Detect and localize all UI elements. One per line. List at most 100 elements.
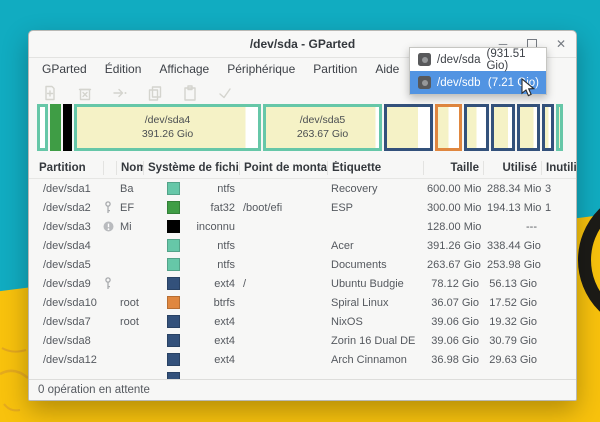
bar-segment-sda8[interactable] (491, 104, 515, 151)
partition-size: 36.07 Gio (423, 297, 483, 309)
table-row[interactable]: /dev/sda1BantfsRecovery600.00 Mio288.34 … (29, 179, 576, 198)
column-header[interactable]: Inutilisé (541, 161, 576, 175)
table-row[interactable]: /dev/sda3Miinconnu128.00 Mio--- (29, 217, 576, 236)
column-header[interactable]: Taille (423, 161, 483, 175)
table-row[interactable]: /dev/sda2EFfat32/boot/efiESP300.00 Mio19… (29, 198, 576, 217)
fs-type: ntfs (217, 240, 235, 252)
fs-type: btrfs (214, 297, 235, 309)
bar-segment-sda5[interactable]: /dev/sda5263.67 Gio (263, 104, 382, 151)
partition-used: 288.34 Mio (483, 183, 541, 195)
partition-used: 194.13 Mio (483, 202, 541, 214)
column-header[interactable]: Étiquette (327, 161, 423, 175)
close-icon: ✕ (556, 37, 566, 51)
column-header[interactable]: Utilisé (483, 161, 541, 175)
column-header[interactable]: Système de fichiers (143, 161, 239, 175)
table-row[interactable]: /dev/sda7rootext4NixOS39.06 Gio19.32 Gio (29, 312, 576, 331)
fs-type: ntfs (217, 183, 235, 195)
menu-item-aide[interactable]: Aide (366, 58, 408, 80)
menu-item-affichage[interactable]: Affichage (150, 58, 218, 80)
column-header[interactable]: Nom (116, 161, 143, 175)
table-row[interactable]: /dev/sda12ext4Arch Cinnamon36.98 Gio29.6… (29, 350, 576, 369)
partition-unused: 3 (541, 183, 576, 195)
partition-size: 78.12 Gio (423, 278, 483, 290)
filesystem-cell: ntfs (143, 239, 239, 252)
menu-item-peripherique[interactable]: Périphérique (218, 58, 304, 80)
partition-size: 263.67 Gio (423, 259, 483, 271)
resize-move-icon (112, 85, 128, 101)
menu-item-edition[interactable]: Édition (96, 58, 151, 80)
copy-icon (147, 85, 163, 101)
bar-segment-sda9[interactable] (384, 104, 433, 151)
column-header[interactable]: Point de montage (239, 161, 327, 175)
table-body: /dev/sda1BantfsRecovery600.00 Mio288.34 … (29, 179, 576, 382)
fs-type: inconnu (196, 221, 235, 233)
partition-etiquette: Ubuntu Budgie (327, 278, 423, 290)
bar-segment-sda2[interactable] (50, 104, 61, 151)
wallpaper-scribble (0, 330, 30, 422)
partition-name: /dev/sda5 (29, 259, 103, 271)
partition-size: 39.06 Gio (423, 335, 483, 347)
table-row[interactable]: /dev/sda8ext4Zorin 16 Dual DE39.06 Gio30… (29, 331, 576, 350)
partition-size: 300.00 Mio (423, 202, 483, 214)
paste-icon (182, 85, 198, 101)
partition-used: 338.44 Gio (483, 240, 541, 252)
delete-partition-button[interactable] (76, 84, 93, 101)
partition-name: /dev/sda10 (29, 297, 103, 309)
table-row[interactable]: /dev/sda9ext4/Ubuntu Budgie78.12 Gio56.1… (29, 274, 576, 293)
bar-segment-sda1[interactable] (37, 104, 48, 151)
fs-color-swatch (167, 201, 180, 214)
device-option-sda[interactable]: /dev/sda (931.51 Gio) (410, 48, 546, 71)
fs-type: ext4 (214, 354, 235, 366)
device-size: (931.51 Gio) (486, 48, 539, 72)
flag-cell (103, 201, 116, 214)
menu-item-partition[interactable]: Partition (304, 58, 366, 80)
paste-button[interactable] (181, 84, 198, 101)
partition-etiquette: Zorin 16 Dual DE (327, 335, 423, 347)
partition-size: 36.98 Gio (423, 354, 483, 366)
bar-segment-sda6[interactable] (556, 104, 563, 151)
copy-button[interactable] (146, 84, 163, 101)
table-row[interactable]: /dev/sda5ntfsDocuments263.67 Gio253.98 G… (29, 255, 576, 274)
apply-operations-icon (217, 85, 233, 101)
device-name: /dev/sda (437, 54, 480, 66)
column-header[interactable]: Partition (29, 162, 103, 174)
filesystem-cell: ext4 (143, 353, 239, 366)
partition-etiquette: Recovery (327, 183, 423, 195)
partition-name: /dev/sda12 (29, 354, 103, 366)
fs-color-swatch (167, 258, 180, 271)
delete-partition-icon (77, 85, 93, 101)
table-row[interactable]: /dev/sda4ntfsAcer391.26 Gio338.44 Gio (29, 236, 576, 255)
partition-name: /dev/sda3 (29, 221, 103, 233)
new-partition-button[interactable] (41, 84, 58, 101)
partition-name: /dev/sda7 (29, 316, 103, 328)
fs-type: ext4 (214, 316, 235, 328)
partition-name: /dev/sda8 (29, 335, 103, 347)
bar-segment-size: 263.67 Gio (297, 128, 348, 142)
drive-harddisk-icon (418, 53, 431, 66)
bar-segment-sda4[interactable]: /dev/sda4391.26 Gio (74, 104, 261, 151)
apply-operations-button[interactable] (216, 84, 233, 101)
bar-segment-sda3[interactable] (63, 104, 72, 151)
table-header: Partition NomSystème de fichiersPoint de … (29, 158, 576, 179)
bar-segment-name: /dev/sda4 (145, 114, 191, 128)
mount-point: /boot/efi (239, 202, 327, 214)
close-button[interactable]: ✕ (554, 37, 568, 51)
bar-segment-sda10[interactable] (435, 104, 462, 151)
partition-name: /dev/sda4 (29, 240, 103, 252)
bar-segment-sda11[interactable] (542, 104, 554, 151)
bar-segment-sda12[interactable] (517, 104, 540, 151)
fs-color-swatch (167, 334, 180, 347)
partition-label-name: root (116, 297, 143, 309)
mount-point: / (239, 278, 327, 290)
table-row[interactable]: /dev/sda10rootbtrfsSpiral Linux36.07 Gio… (29, 293, 576, 312)
partition-used: 30.79 Gio (483, 335, 541, 347)
partition-label-name: EF (116, 202, 143, 214)
menu-item-gparted[interactable]: GParted (33, 58, 96, 80)
fs-color-swatch (167, 296, 180, 309)
partition-table: Partition NomSystème de fichiersPoint de … (29, 158, 576, 382)
partition-etiquette: Arch Cinnamon (327, 354, 423, 366)
bar-segment-sda7[interactable] (464, 104, 489, 151)
partition-name: /dev/sda2 (29, 202, 103, 214)
flag-cell (103, 221, 116, 232)
resize-move-button[interactable] (111, 84, 128, 101)
